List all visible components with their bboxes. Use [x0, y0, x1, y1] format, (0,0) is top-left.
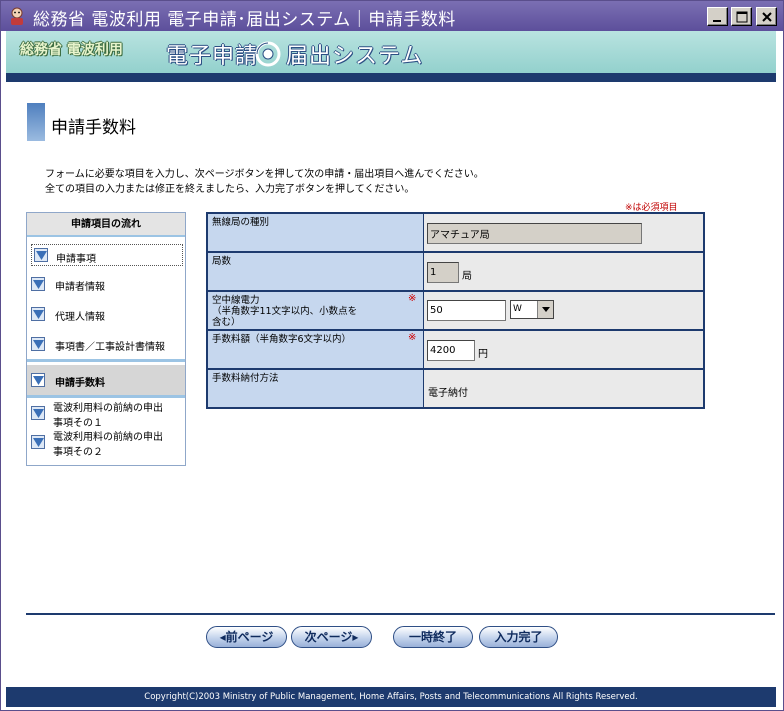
sidebar-heading: 申請項目の流れ	[27, 213, 185, 237]
field-cell: 局	[424, 253, 703, 290]
system-logo-text-1: 電子申請	[166, 44, 259, 69]
sidebar-divider	[27, 359, 185, 362]
sidebar-subitem-line: 電波利用料の前納の申出	[53, 403, 163, 414]
sidebar-item-agent-info[interactable]: 代理人情報	[31, 307, 183, 325]
title-bar: 総務省 電波利用 電子申請･届出システム｜申請手数料	[1, 1, 783, 31]
required-mark: ※	[408, 332, 417, 343]
field-label: 無線局の種別	[208, 214, 423, 251]
field-label-hint: （半角数字11文字以内、小数点を	[212, 306, 358, 317]
window-title: 総務省 電波利用 電子申請･届出システム｜申請手数料	[33, 10, 456, 30]
instruction-line-1: フォームに必要な項目を入力し、次ページボタンを押して次の申請・届出項目へ進んでく…	[45, 169, 484, 180]
minimize-icon	[713, 20, 721, 22]
dropdown-arrow-icon	[542, 307, 550, 312]
fee-unit: 円	[478, 349, 488, 360]
power-unit-selected: W	[513, 304, 522, 314]
required-mark: ※	[408, 293, 417, 304]
triangle-down-icon	[34, 248, 48, 262]
field-cell	[424, 214, 703, 251]
pause-button[interactable]: 一時終了	[393, 626, 473, 648]
swirl-logo-icon	[255, 41, 281, 67]
sidebar-item-design-info[interactable]: 事項書／工事設計書情報	[31, 337, 183, 355]
heading-marker	[27, 103, 45, 141]
field-cell: 電子納付	[424, 370, 703, 407]
maximize-icon	[736, 11, 748, 23]
fee-form-table: 無線局の種別 局数 局 空中線電力 （半角数字11文字以内、小数点を 含む） ※	[206, 212, 705, 409]
copyright-footer: Copyright(C)2003 Ministry of Public Mana…	[6, 687, 776, 707]
close-button[interactable]	[756, 7, 777, 26]
browser-window: 総務省 電波利用 電子申請･届出システム｜申請手数料 総務省 電波利用 電子申請…	[0, 0, 784, 711]
triangle-down-icon	[31, 406, 45, 420]
sidebar-item-label: 申請者情報	[55, 282, 105, 293]
bottom-divider	[26, 613, 775, 615]
field-label: 手数料額（半角数字6文字以内）	[212, 334, 352, 345]
flow-sidebar: 申請項目の流れ 申請事項 申請者情報 代理人情報 事項書／工事設計書情報 申請手…	[26, 212, 186, 466]
sidebar-item-label: 申請手数料	[55, 378, 105, 389]
sidebar-item-application-details[interactable]: 申請事項	[31, 244, 183, 266]
triangle-down-icon	[31, 307, 45, 321]
sidebar-item-label: 事項書／工事設計書情報	[55, 342, 165, 353]
sidebar-item-applicant-info[interactable]: 申請者情報	[31, 277, 183, 295]
field-label-hint: 含む）	[212, 317, 241, 328]
next-page-button[interactable]: 次ページ▸	[291, 626, 372, 648]
maximize-button[interactable]	[731, 7, 752, 26]
form-row-station-count: 局数 局	[207, 252, 704, 290]
triangle-down-icon	[31, 337, 45, 351]
field-label: 局数	[208, 253, 423, 290]
ministry-logo-text: 総務省 電波利用	[20, 42, 123, 58]
triangle-down-icon	[31, 277, 45, 291]
form-row-station-type: 無線局の種別	[207, 213, 704, 251]
station-type-field[interactable]	[427, 223, 642, 244]
sidebar-subitem-line: 電波利用料の前納の申出	[53, 432, 163, 443]
field-label-group: 手数料額（半角数字6文字以内） ※	[208, 331, 423, 368]
station-count-unit: 局	[462, 271, 472, 282]
field-label-group: 空中線電力 （半角数字11文字以内、小数点を 含む） ※	[208, 292, 423, 329]
page-title: 申請手数料	[51, 118, 136, 138]
station-count-field[interactable]	[427, 262, 459, 283]
payment-method-value: 電子納付	[428, 388, 468, 399]
sidebar-current-section: 申請手数料	[27, 365, 185, 395]
field-cell: W	[424, 292, 703, 329]
banner-divider	[6, 73, 776, 82]
system-logo-text-2: 届出システム	[286, 44, 424, 69]
form-row-payment-method: 手数料納付方法 電子納付	[207, 369, 704, 407]
instruction-line-2: 全ての項目の入力または修正を終えましたら、入力完了ボタンを押してください。	[45, 184, 415, 195]
form-row-antenna-power: 空中線電力 （半角数字11文字以内、小数点を 含む） ※ W	[207, 291, 704, 329]
triangle-down-icon	[31, 373, 45, 387]
app-icon	[7, 6, 27, 26]
triangle-down-icon	[31, 435, 45, 449]
antenna-power-input[interactable]	[427, 300, 506, 321]
complete-button[interactable]: 入力完了	[479, 626, 558, 648]
sidebar-divider	[27, 395, 185, 398]
fee-amount-input[interactable]	[427, 340, 475, 361]
prev-page-button[interactable]: ◂前ページ	[206, 626, 287, 648]
field-label: 手数料納付方法	[208, 370, 423, 407]
sidebar-item-label: 代理人情報	[55, 312, 105, 323]
sidebar-subitem-prepayment-1[interactable]: 電波利用料の前納の申出 事項その１	[31, 401, 183, 433]
minimize-button[interactable]	[707, 7, 728, 26]
field-cell: 円	[424, 331, 703, 368]
system-banner: 総務省 電波利用 電子申請 届出システム	[6, 31, 776, 77]
power-unit-select[interactable]: W	[510, 300, 554, 319]
sidebar-subitem-prepayment-2[interactable]: 電波利用料の前納の申出 事項その２	[31, 430, 183, 462]
form-row-fee: 手数料額（半角数字6文字以内） ※ 円	[207, 330, 704, 368]
close-icon	[762, 12, 772, 22]
sidebar-subitem-line: 事項その２	[53, 447, 103, 458]
field-label: 空中線電力	[212, 295, 260, 306]
sidebar-item-label: 申請事項	[56, 254, 96, 265]
sidebar-item-fee[interactable]: 申請手数料	[31, 373, 183, 391]
dropdown-arrow[interactable]	[537, 301, 553, 318]
